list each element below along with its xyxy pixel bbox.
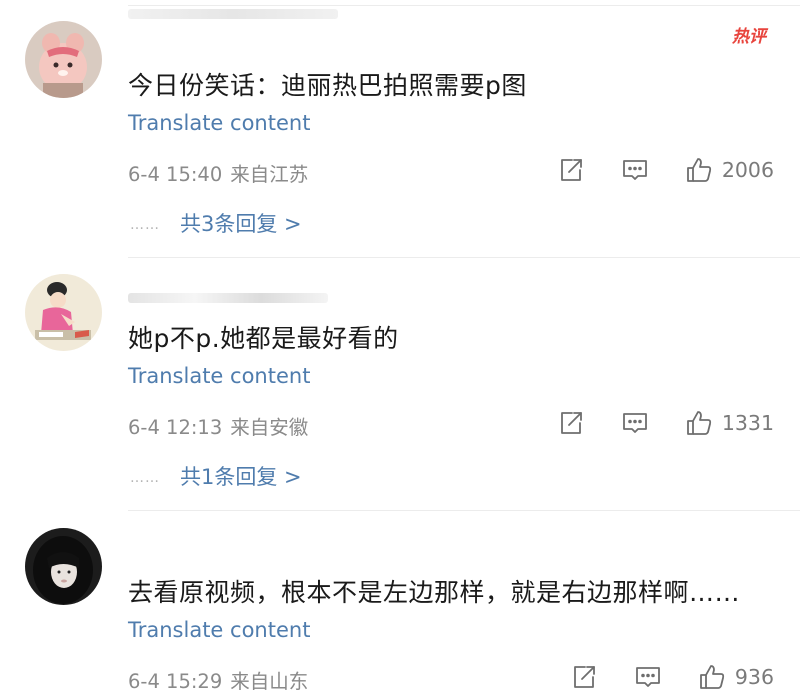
thumbs-up-icon [686,158,711,182]
thumbs-up-icon [686,411,711,435]
reply-button[interactable] [620,155,650,185]
thumbs-up-icon [699,665,725,689]
comment-date: 6-4 12:13 [128,416,223,439]
avatar[interactable] [25,528,102,605]
hot-comment-badge: 热评 [732,27,766,47]
avatar[interactable] [25,21,102,98]
replies-label: 共3条回复 > [180,212,302,236]
like-count: 936 [734,665,774,689]
share-button[interactable] [556,155,586,185]
like-icon-wrap [684,155,714,185]
view-replies-link[interactable]: …… 共1条回复 > [130,461,302,491]
comment-icon [622,160,647,180]
comment-meta: 6-4 12:13 来自安徽 [128,411,308,440]
comment-location: 来自安徽 [230,416,309,439]
comment-text: 今日份笑话：迪丽热巴拍照需要p图 [128,71,527,100]
translate-link[interactable]: Translate content [128,364,310,388]
username-redacted [128,293,328,303]
share-button[interactable] [556,408,586,438]
avatar-pink-bear-icon [25,21,102,98]
avatar-dark-hair-girl-icon [25,528,102,605]
comment-icon [635,667,660,687]
comment-item: 去看原视频，根本不是左边那样，就是右边那样啊…… Translate conte… [0,511,800,699]
like-count: 2006 [721,158,774,182]
like-icon-wrap [684,408,714,438]
comment-text: 去看原视频，根本不是左边那样，就是右边那样啊…… [128,578,741,607]
comment-meta: 6-4 15:40 来自江苏 [128,158,308,187]
translate-link[interactable]: Translate content [128,618,310,642]
replies-dots: …… [130,217,160,233]
comment-meta: 6-4 15:29 来自山东 [128,665,308,694]
comment-date: 6-4 15:40 [128,163,223,186]
comment-text: 她p不p.她都是最好看的 [128,324,399,353]
comment-actions: 936 [569,662,774,692]
share-button[interactable] [569,662,599,692]
reply-button[interactable] [620,408,650,438]
comment-icon [622,413,647,433]
like-button[interactable]: 2006 [684,155,774,185]
comment-date: 6-4 15:29 [128,670,223,693]
view-replies-link[interactable]: …… 共3条回复 > [130,208,302,238]
comment-actions: 1331 [556,408,774,438]
comment-actions: 2006 [556,155,774,185]
like-icon-wrap [697,662,727,692]
comment-item: 热评 今日份笑话：迪丽热巴拍照需要p图 Translate content 6-… [0,0,800,258]
replies-dots: …… [130,470,160,486]
comment-location: 来自山东 [230,670,309,693]
translate-link[interactable]: Translate content [128,111,310,135]
like-count: 1331 [721,411,774,435]
username-redacted [128,9,338,19]
share-icon [560,159,582,181]
comment-location: 来自江苏 [230,163,309,186]
reply-button[interactable] [633,662,663,692]
like-button[interactable]: 936 [697,662,774,692]
avatar-painting-lady-icon [25,274,102,351]
share-icon [573,666,595,688]
comment-item: 她p不p.她都是最好看的 Translate content 6-4 12:13… [0,258,800,511]
share-icon [560,412,582,434]
like-button[interactable]: 1331 [684,408,774,438]
replies-label: 共1条回复 > [180,465,302,489]
avatar[interactable] [25,274,102,351]
